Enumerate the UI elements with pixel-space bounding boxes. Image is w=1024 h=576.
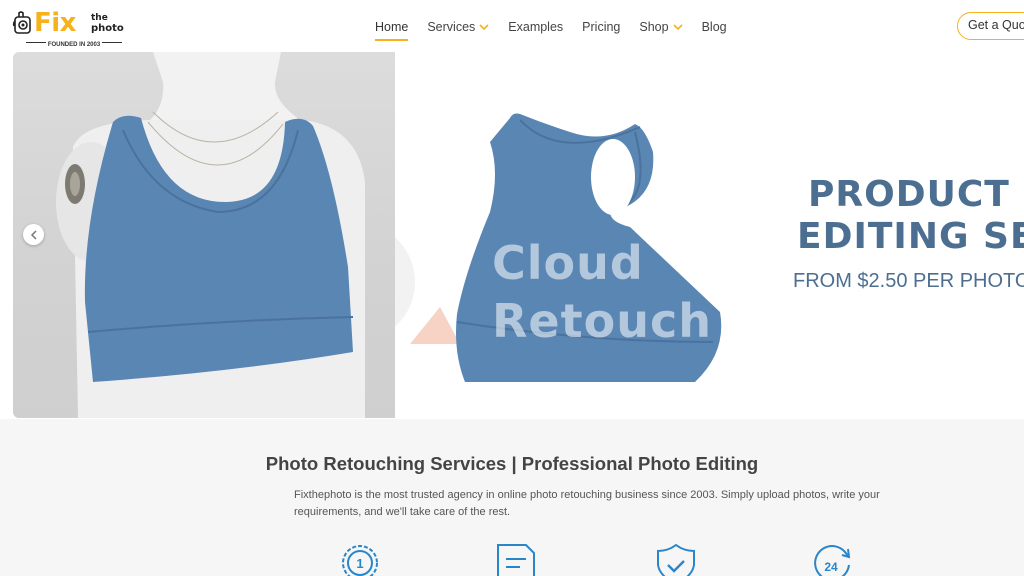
nav-blog-label: Blog xyxy=(701,20,727,34)
watermark-text-1: Cloud xyxy=(492,236,644,290)
badge-number: 1 xyxy=(356,556,363,571)
logo-photo: photo xyxy=(91,23,124,34)
nav-home[interactable]: Home xyxy=(375,19,409,41)
fixthephoto-logo[interactable]: Fix the photo FOUNDED IN 2003 xyxy=(12,8,124,50)
intro-section: Photo Retouching Services | Professional… xyxy=(0,419,1024,576)
slider-prev-button[interactable] xyxy=(23,224,44,245)
hero-slider: Cloud Retouch PRODUCT F EDITING SE FROM … xyxy=(0,52,1024,419)
hero-title-line-2: EDITING SE xyxy=(797,216,1024,257)
nav-pricing[interactable]: Pricing xyxy=(582,19,620,35)
site-header: Fix the photo FOUNDED IN 2003 Home Servi… xyxy=(0,0,1024,52)
shield-check-icon xyxy=(657,543,695,576)
nav-shop[interactable]: Shop xyxy=(639,19,683,35)
logo-hand-camera-icon xyxy=(12,11,31,34)
logo-the: the xyxy=(91,13,108,23)
logo-founded: FOUNDED IN 2003 xyxy=(26,40,122,50)
badge-number-one-icon: 1 xyxy=(342,545,378,576)
nav-home-label: Home xyxy=(375,20,409,34)
clock-label: 24 xyxy=(824,560,838,574)
chevron-down-icon xyxy=(673,23,683,30)
24-hours-icon: 24 xyxy=(814,545,851,576)
hero-price: FROM $2.50 PER PHOTO xyxy=(793,270,1024,292)
nav-services[interactable]: Services xyxy=(427,19,489,35)
nav-examples[interactable]: Examples xyxy=(508,19,563,35)
nav-blog[interactable]: Blog xyxy=(702,19,727,35)
get-a-quote-button[interactable]: Get a Quot xyxy=(957,12,1024,40)
nav-shop-label: Shop xyxy=(639,20,669,34)
chevron-down-icon xyxy=(479,23,489,30)
logo-word: Fix xyxy=(34,8,76,38)
nav-services-label: Services xyxy=(427,20,476,34)
document-list-icon xyxy=(497,544,535,576)
nav-pricing-label: Pricing xyxy=(582,20,621,34)
watermark-text-2: Retouch xyxy=(492,294,712,348)
before-image xyxy=(13,52,395,418)
main-nav: Home Services Examples Pricing Shop Blog xyxy=(375,17,746,41)
nav-examples-label: Examples xyxy=(508,20,564,34)
hero-title-line-1: PRODUCT F xyxy=(808,174,1024,215)
page-title: Photo Retouching Services | Professional… xyxy=(265,453,759,474)
intro-description: Fixthephoto is the most trusted agency i… xyxy=(294,489,880,518)
mannequin-bra-photo xyxy=(56,52,365,418)
logo-founded-text: FOUNDED IN 2003 xyxy=(45,42,103,48)
chevron-left-icon xyxy=(30,229,37,240)
